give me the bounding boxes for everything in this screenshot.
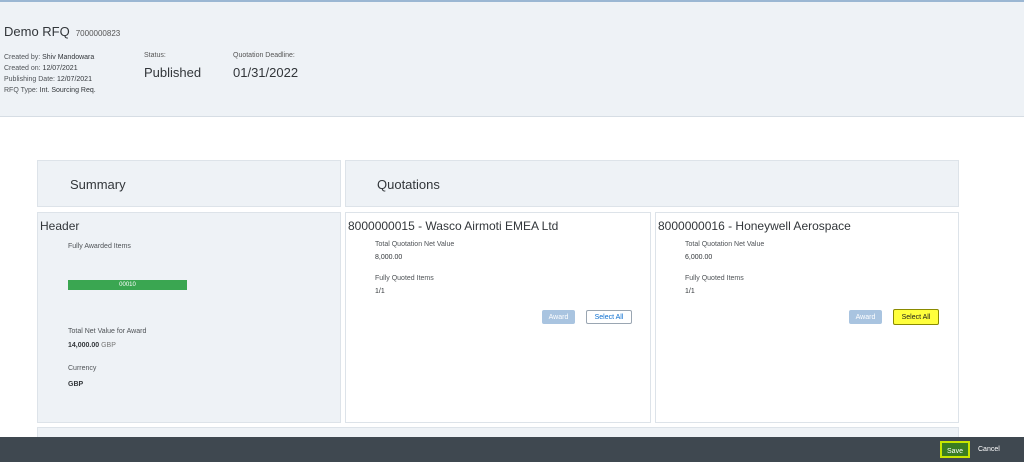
net-value: 8,000.00 — [375, 254, 403, 261]
cancel-button[interactable]: Cancel — [978, 441, 1000, 458]
select-all-button[interactable]: Select All — [586, 310, 632, 324]
fully-awarded-label: Fully Awarded Items — [68, 243, 131, 250]
quotation-card: 8000000016 - Honeywell Aerospace Total Q… — [655, 212, 959, 423]
award-button[interactable]: Award — [849, 310, 882, 324]
status-block: Status: Published — [144, 52, 201, 80]
rfq-meta: Created by: Shiv Mandowara Created on: 1… — [4, 52, 96, 96]
net-value: 6,000.00 — [685, 254, 713, 261]
footer-toolbar: Save Cancel — [0, 437, 1024, 462]
status-label: Status: — [144, 52, 166, 59]
summary-header-label: Header — [40, 219, 80, 233]
quotations-panel-title: Quotations — [345, 160, 959, 207]
summary-title: Summary — [70, 177, 126, 192]
award-button[interactable]: Award — [542, 310, 575, 324]
summary-panel-title: Summary — [37, 160, 341, 207]
quotation-title[interactable]: 8000000016 - Honeywell Aerospace — [658, 219, 898, 233]
publishing-date-label: Publishing Date: — [4, 76, 55, 83]
rfq-type-label: RFQ Type: — [4, 87, 38, 94]
total-net-currency: GBP — [101, 342, 116, 349]
currency-label: Currency — [68, 365, 97, 372]
total-net-label: Total Net Value for Award — [68, 328, 147, 335]
select-all-button[interactable]: Select All — [893, 309, 939, 325]
created-on-value: 12/07/2021 — [42, 65, 78, 72]
rfq-header: Demo RFQ 7000000823 Created by: Shiv Mand… — [0, 2, 1024, 117]
rfq-number: 7000000823 — [75, 29, 121, 38]
total-net-value-row: 14,000.00 GBP — [68, 342, 116, 349]
net-value-label: Total Quotation Net Value — [685, 241, 765, 248]
quotation-card: 8000000015 - Wasco Airmoti EMEA Ltd Tota… — [345, 212, 651, 423]
status-value: Published — [144, 65, 202, 80]
currency-value: GBP — [68, 381, 84, 388]
rfq-type-value: Int. Sourcing Req. — [39, 87, 96, 94]
publishing-date-value: 12/07/2021 — [56, 76, 92, 83]
created-by-value: Shiv Mandowara — [42, 54, 95, 61]
summary-header-panel: Header Fully Awarded Items 00010 Total N… — [37, 212, 341, 423]
rfq-title: Demo RFQ — [4, 24, 70, 39]
total-net-value: 14,000.00 — [68, 342, 100, 349]
deadline-value: 01/31/2022 — [233, 65, 299, 80]
deadline-block: Quotation Deadline: 01/31/2022 — [233, 52, 298, 80]
quoted-items-value: 1/1 — [685, 288, 695, 295]
created-by-label: Created by: — [4, 54, 41, 61]
quotation-title[interactable]: 8000000015 - Wasco Airmoti EMEA Ltd — [348, 219, 588, 233]
quoted-items-label: Fully Quoted Items — [685, 275, 744, 282]
quoted-items-label: Fully Quoted Items — [375, 275, 434, 282]
net-value-label: Total Quotation Net Value — [375, 241, 455, 248]
quoted-items-value: 1/1 — [375, 288, 385, 295]
deadline-label: Quotation Deadline: — [233, 52, 295, 59]
created-on-label: Created on: — [4, 65, 41, 72]
page-title: Demo RFQ 7000000823 — [4, 24, 120, 39]
quotations-title: Quotations — [377, 177, 440, 192]
save-button[interactable]: Save — [940, 441, 970, 458]
awarded-item-bar[interactable]: 00010 — [68, 280, 187, 290]
